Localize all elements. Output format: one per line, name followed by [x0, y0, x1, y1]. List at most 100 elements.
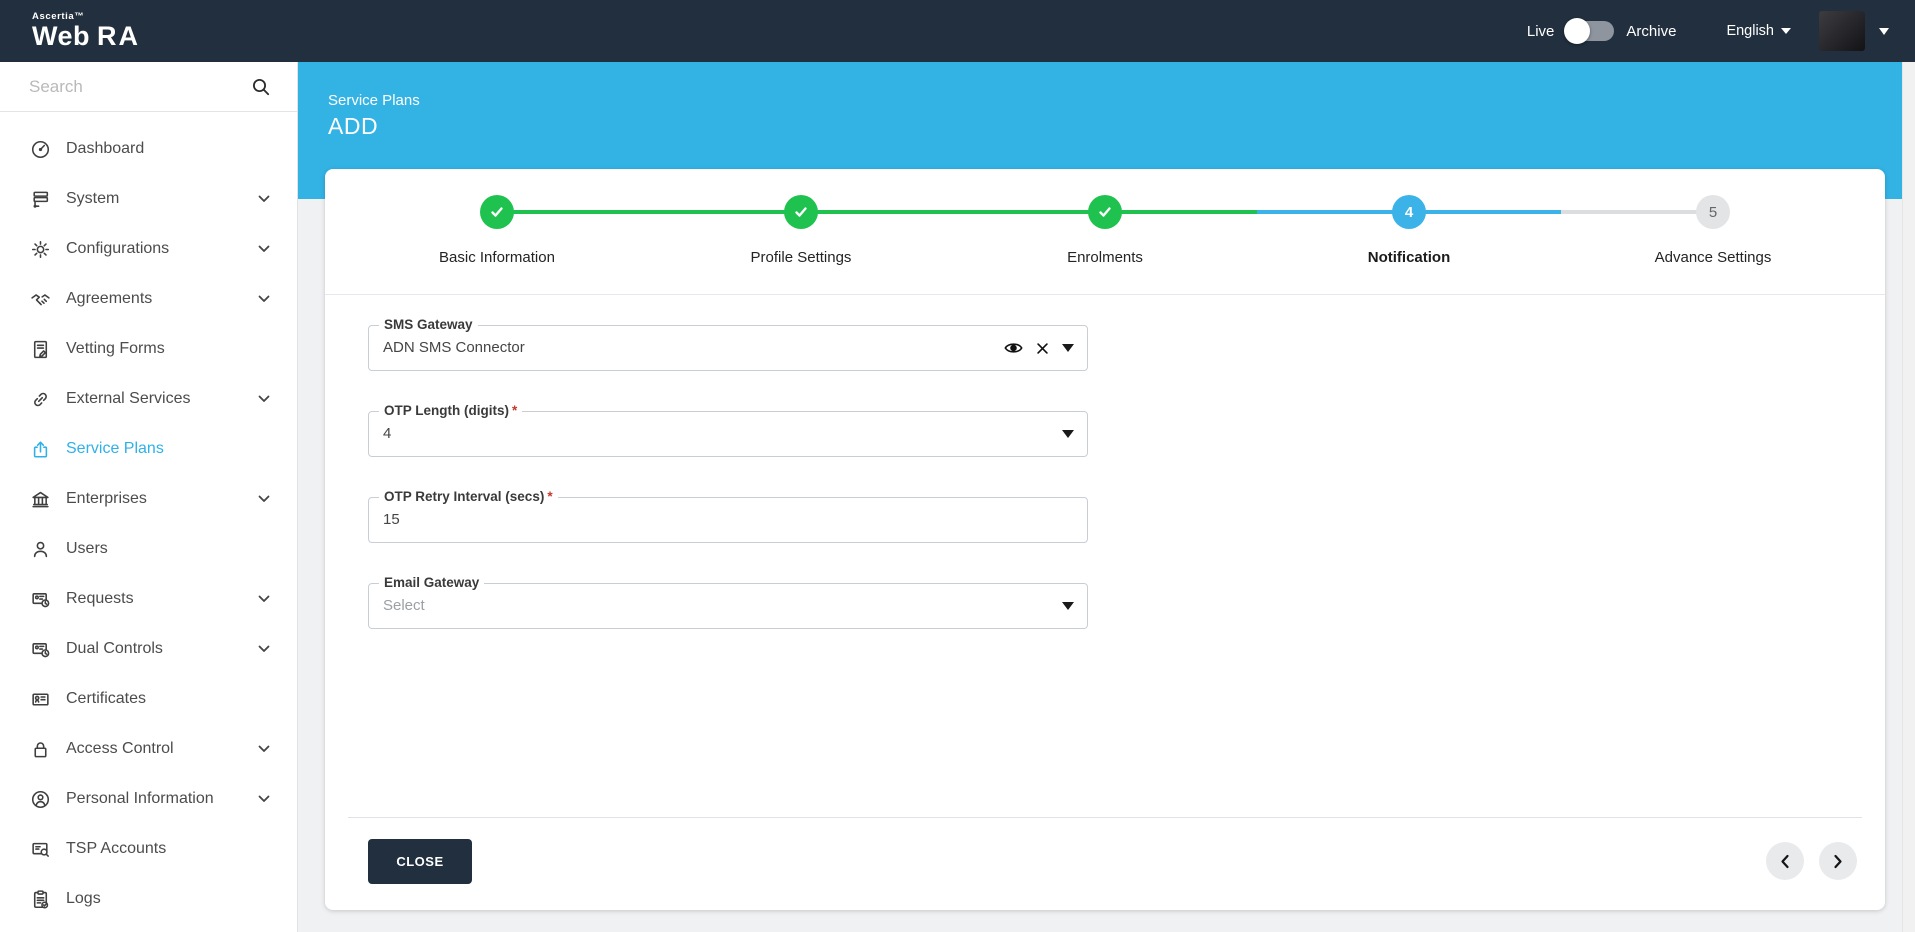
close-button[interactable]: CLOSE — [368, 838, 472, 884]
card-footer: CLOSE — [325, 818, 1885, 910]
sidebar-item-label: Vetting Forms — [66, 340, 165, 357]
step-complete-check-icon — [480, 195, 514, 229]
sidebar-item-label: Access Control — [66, 740, 174, 757]
sidebar-item-dual-controls[interactable]: Dual Controls — [0, 624, 297, 674]
step-label: Enrolments — [1067, 249, 1143, 266]
live-archive-toggle[interactable] — [1564, 18, 1615, 44]
sidebar-item-configurations[interactable]: Configurations — [0, 224, 297, 274]
sidebar-item-label: Users — [66, 540, 108, 557]
field-placeholder: Select — [383, 597, 425, 614]
chevron-right-icon — [1834, 854, 1842, 868]
sms-gateway-field[interactable]: SMS Gateway ADN SMS Connector — [368, 317, 1088, 371]
search-input[interactable] — [29, 76, 251, 97]
app: Ascertia™ Web RA Live Archive English Se… — [0, 0, 1915, 932]
breadcrumb: Service Plans — [328, 92, 420, 109]
sidebar-item-requests[interactable]: Requests — [0, 574, 297, 624]
brand-logo[interactable]: Ascertia™ Web RA — [32, 12, 140, 51]
notification-form: SMS Gateway ADN SMS Connector OTP Length… — [325, 295, 1885, 817]
step-label: Advance Settings — [1654, 249, 1772, 266]
brand-web: Web — [32, 21, 91, 52]
sidebar-item-users[interactable]: Users — [0, 524, 297, 574]
sidebar-item-personal-information[interactable]: Personal Information — [0, 774, 297, 824]
top-navbar: Ascertia™ Web RA Live Archive English — [0, 0, 1915, 62]
step-complete-check-icon — [784, 195, 818, 229]
sidebar-item-tsp-accounts[interactable]: TSP Accounts — [0, 824, 297, 874]
chevron-down-icon — [1781, 28, 1791, 34]
sidebar-item-dashboard[interactable]: Dashboard — [0, 124, 297, 174]
page-title: ADD — [328, 113, 379, 139]
sidebar-item-label: Enterprises — [66, 490, 147, 507]
language-dropdown[interactable]: English — [1726, 23, 1791, 39]
toggle-knob — [1564, 18, 1591, 44]
avatar[interactable] — [1819, 11, 1865, 51]
sidebar-item-label: System — [66, 190, 120, 207]
dropdown-caret-icon[interactable] — [1062, 430, 1074, 438]
search-icon[interactable] — [251, 77, 271, 97]
sidebar-item-label: Personal Information — [66, 790, 214, 807]
sidebar-item-service-plans[interactable]: Service Plans — [0, 424, 297, 474]
profile-chevron-down-icon[interactable] — [1879, 27, 1889, 35]
brand-ascertia-label: Ascertia™ — [32, 10, 85, 22]
required-asterisk: * — [547, 489, 553, 504]
clear-x-icon[interactable] — [1037, 342, 1048, 354]
sidebar-item-label: Requests — [66, 590, 134, 607]
otp-retry-interval-field[interactable]: OTP Retry Interval (secs) * 15 — [368, 489, 1088, 543]
next-step-button[interactable] — [1819, 842, 1857, 880]
step-label: Basic Information — [439, 249, 555, 266]
dropdown-caret-icon[interactable] — [1062, 602, 1074, 610]
step-basic-information[interactable]: Basic Information — [345, 195, 649, 294]
language-label: English — [1726, 23, 1774, 39]
sidebar-item-vetting-forms[interactable]: Vetting Forms — [0, 324, 297, 374]
sidebar-item-label: Dashboard — [66, 140, 145, 157]
service-plans-icon — [29, 438, 51, 460]
chevron-down-icon — [258, 495, 270, 503]
sidebar-item-system[interactable]: System — [0, 174, 297, 224]
sidebar-item-label: Agreements — [66, 290, 153, 307]
field-label: OTP Retry Interval (secs) * — [379, 489, 558, 504]
chevron-left-icon — [1781, 854, 1789, 868]
prev-step-button[interactable] — [1766, 842, 1804, 880]
sidebar-item-access-control[interactable]: Access Control — [0, 724, 297, 774]
sidebar: Dashboard System Configurations Agreemen… — [0, 62, 298, 932]
dropdown-caret-icon[interactable] — [1062, 344, 1074, 352]
external-services-link-icon — [29, 388, 51, 410]
dual-controls-icon — [29, 638, 51, 660]
step-label: Notification — [1367, 249, 1451, 266]
sidebar-menu: Dashboard System Configurations Agreemen… — [0, 112, 297, 924]
dashboard-icon — [29, 138, 51, 160]
sidebar-item-label: TSP Accounts — [66, 840, 167, 857]
eye-icon[interactable] — [1004, 341, 1023, 355]
chevron-down-icon — [258, 395, 270, 403]
system-icon — [29, 188, 51, 210]
wizard-card: Basic Information Profile Settings Enrol… — [325, 169, 1885, 910]
agreements-handshake-icon — [29, 288, 51, 310]
step-profile-settings[interactable]: Profile Settings — [649, 195, 953, 294]
email-gateway-field[interactable]: Email Gateway Select — [368, 575, 1088, 629]
step-enrolments[interactable]: Enrolments — [953, 195, 1257, 294]
main-content: Service Plans ADD Basic Information Prof… — [298, 62, 1915, 932]
requests-icon — [29, 588, 51, 610]
field-label: OTP Length (digits) * — [379, 403, 523, 418]
access-control-lock-icon — [29, 738, 51, 760]
step-advance-settings[interactable]: 5 Advance Settings — [1561, 195, 1865, 294]
chevron-down-icon — [258, 745, 270, 753]
sidebar-item-agreements[interactable]: Agreements — [0, 274, 297, 324]
vertical-scrollbar[interactable] — [1902, 62, 1915, 932]
sidebar-item-external-services[interactable]: External Services — [0, 374, 297, 424]
sidebar-item-certificates[interactable]: Certificates — [0, 674, 297, 724]
sidebar-item-label: Certificates — [66, 690, 147, 707]
sidebar-search — [0, 62, 297, 112]
wizard-stepper: Basic Information Profile Settings Enrol… — [325, 169, 1885, 295]
step-notification[interactable]: 4 Notification — [1257, 195, 1561, 294]
certificates-icon — [29, 688, 51, 710]
step-number-badge: 5 — [1696, 195, 1730, 229]
chevron-down-icon — [258, 795, 270, 803]
sidebar-item-logs[interactable]: Logs — [0, 874, 297, 924]
sidebar-item-label: External Services — [66, 390, 191, 407]
otp-length-field[interactable]: OTP Length (digits) * 4 — [368, 403, 1088, 457]
navbar-right: Live Archive English — [1527, 11, 1889, 51]
required-asterisk: * — [512, 403, 518, 418]
step-number-badge: 4 — [1392, 195, 1426, 229]
sidebar-item-enterprises[interactable]: Enterprises — [0, 474, 297, 524]
chevron-down-icon — [258, 245, 270, 253]
